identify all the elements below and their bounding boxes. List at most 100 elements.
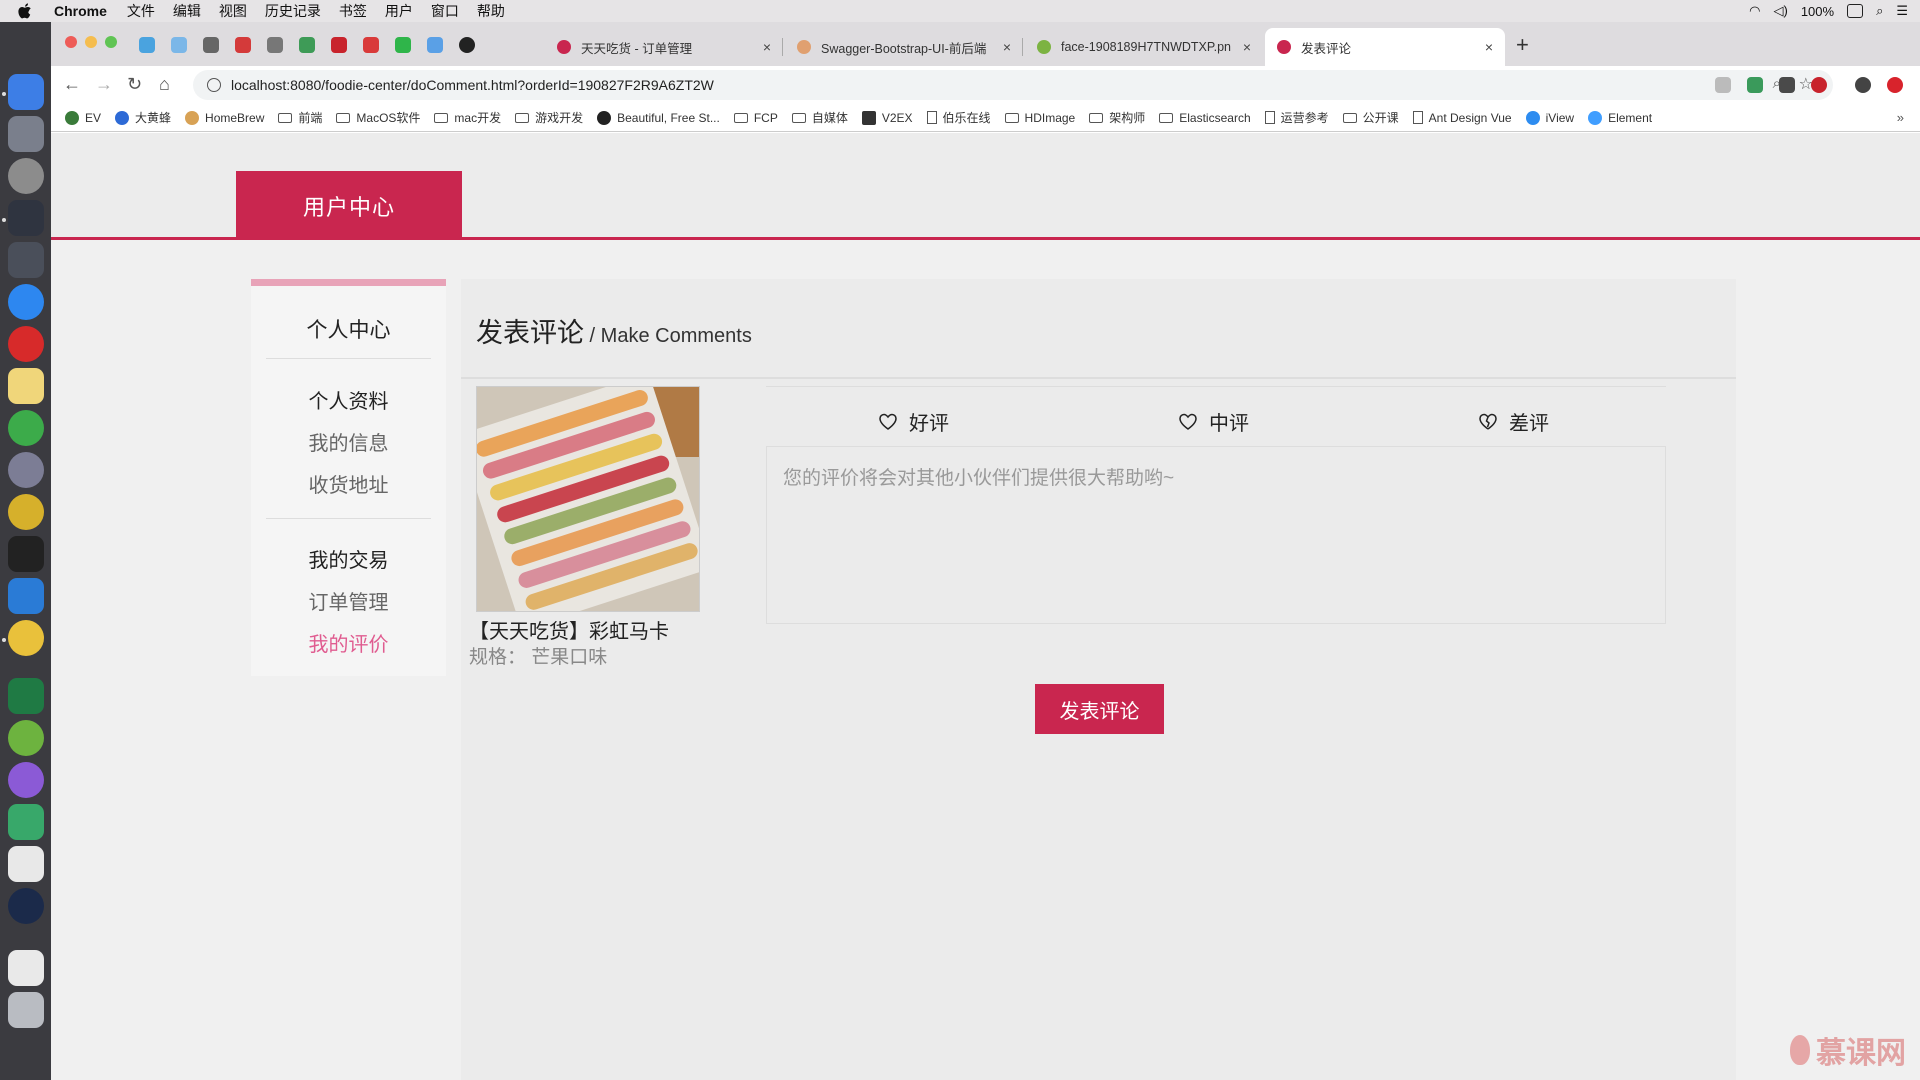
vscode-icon[interactable] — [8, 578, 44, 614]
pinned-tab-icon[interactable] — [395, 37, 411, 53]
video-app-icon[interactable] — [8, 452, 44, 488]
menu-history[interactable]: 历史记录 — [265, 1, 321, 21]
pinned-tab-icon[interactable] — [331, 37, 347, 53]
control-center-icon[interactable]: ☰ — [1896, 3, 1908, 19]
product-image[interactable] — [476, 386, 700, 612]
tab-close-icon[interactable]: × — [1243, 39, 1251, 55]
new-tab-button[interactable]: + — [1516, 32, 1529, 58]
minimize-window-button[interactable] — [85, 36, 97, 48]
extension-icon[interactable] — [1887, 77, 1903, 93]
launchpad-icon[interactable] — [8, 116, 44, 152]
extension-icon[interactable] — [1779, 77, 1795, 93]
bookmark-item[interactable]: EV — [65, 110, 101, 125]
search-icon[interactable]: ⌕ — [1876, 3, 1883, 19]
extension-icon[interactable] — [1715, 77, 1731, 93]
product-name[interactable]: 【天天吃货】彩虹马卡 — [469, 615, 669, 644]
more-bookmarks-icon[interactable]: » — [1897, 110, 1904, 125]
adblock-icon[interactable] — [1811, 77, 1827, 93]
bookmark-item[interactable]: FCP — [733, 111, 778, 125]
menu-file[interactable]: 文件 — [127, 1, 155, 21]
menu-user[interactable]: 用户 — [385, 1, 413, 21]
sidebar-item-my-info[interactable]: 我的信息 — [251, 427, 446, 456]
forward-icon[interactable]: → — [95, 74, 113, 95]
tab-close-icon[interactable]: × — [763, 39, 771, 55]
menu-bookmarks[interactable]: 书签 — [339, 1, 367, 21]
comment-textarea[interactable]: 您的评价将会对其他小伙伴们提供很大帮助哟~ — [766, 446, 1666, 624]
stickies-icon[interactable] — [8, 368, 44, 404]
battery-icon[interactable] — [1847, 4, 1864, 18]
pinned-tab-icon[interactable] — [203, 37, 219, 53]
profile-avatar[interactable] — [1855, 77, 1871, 93]
tab-close-icon[interactable]: × — [1003, 39, 1011, 55]
url-text[interactable]: localhost:8080/foodie-center/doComment.h… — [231, 77, 714, 93]
github-icon[interactable] — [459, 37, 475, 53]
bookmark-item[interactable]: 游戏开发 — [515, 109, 583, 126]
pinned-tab-icon[interactable] — [235, 37, 251, 53]
excel-icon[interactable] — [8, 678, 44, 714]
trash-icon[interactable] — [8, 992, 44, 1028]
bookmark-item[interactable]: 前端 — [278, 109, 322, 126]
bookmark-item[interactable]: Beautiful, Free St... — [597, 110, 720, 125]
bookmark-item[interactable]: V2EX — [861, 110, 913, 125]
datagrip-icon[interactable] — [8, 242, 44, 278]
media-player-icon[interactable] — [8, 804, 44, 840]
rating-medium[interactable]: 中评 — [1179, 407, 1249, 436]
tab-face-image[interactable]: face-1908189H7TNWDTXP.pn × — [1025, 28, 1263, 66]
reload-icon[interactable]: ↻ — [127, 74, 142, 95]
site-info-icon[interactable] — [207, 78, 221, 92]
bookmark-item[interactable]: iView — [1525, 110, 1574, 125]
bookmark-item[interactable]: MacOS软件 — [336, 109, 420, 126]
wifi-icon[interactable]: ◠ — [1749, 3, 1760, 19]
bookmark-item[interactable]: 大黄蜂 — [115, 109, 171, 126]
menu-view[interactable]: 视图 — [219, 1, 247, 21]
quicktime-icon[interactable] — [8, 888, 44, 924]
menu-window[interactable]: 窗口 — [431, 1, 459, 21]
app-store-icon[interactable] — [8, 284, 44, 320]
ultraedit-icon[interactable] — [8, 494, 44, 530]
evernote-icon[interactable] — [8, 410, 44, 446]
bookmark-item[interactable]: Elasticsearch — [1159, 111, 1251, 125]
user-center-title[interactable]: 用户中心 — [236, 171, 462, 240]
netease-icon[interactable] — [8, 326, 44, 362]
pinned-tab-icon[interactable] — [139, 37, 155, 53]
rating-bad[interactable]: 差评 — [1479, 407, 1549, 436]
keynote-icon[interactable] — [8, 846, 44, 882]
tab-make-comment[interactable]: 发表评论 × — [1265, 28, 1505, 66]
close-window-button[interactable] — [65, 36, 77, 48]
bookmark-item[interactable]: HDImage — [1004, 111, 1075, 125]
bookmark-item[interactable]: Element — [1588, 110, 1652, 125]
sidebar-item-orders[interactable]: 订单管理 — [251, 586, 446, 615]
bookmark-item[interactable]: mac开发 — [434, 109, 501, 126]
bookmark-item[interactable]: 自媒体 — [791, 109, 848, 126]
home-icon[interactable]: ⌂ — [159, 74, 170, 95]
bookmark-item[interactable]: 运营参考 — [1264, 109, 1329, 126]
tab-swagger[interactable]: Swagger-Bootstrap-UI-前后端 × — [785, 28, 1023, 66]
tab-order-management[interactable]: 天天吃货 - 订单管理 × — [545, 28, 783, 66]
bookmark-item[interactable]: 公开课 — [1342, 109, 1399, 126]
bookmark-item[interactable]: 伯乐在线 — [926, 109, 991, 126]
rating-good[interactable]: 好评 — [879, 407, 949, 436]
apple-icon[interactable] — [18, 3, 34, 19]
menu-help[interactable]: 帮助 — [477, 1, 505, 21]
pinned-tab-icon[interactable] — [363, 37, 379, 53]
documents-icon[interactable] — [8, 950, 44, 986]
finder-icon[interactable] — [8, 74, 44, 110]
photos-icon[interactable] — [8, 762, 44, 798]
system-preferences-icon[interactable] — [8, 158, 44, 194]
bookmark-item[interactable]: HomeBrew — [185, 110, 264, 125]
terminal-icon[interactable] — [8, 536, 44, 572]
menu-edit[interactable]: 编辑 — [173, 1, 201, 21]
chrome-icon[interactable] — [8, 620, 44, 656]
bookmark-item[interactable]: Ant Design Vue — [1412, 111, 1512, 125]
spring-icon[interactable] — [8, 720, 44, 756]
address-bar[interactable]: localhost:8080/foodie-center/doComment.h… — [193, 70, 1833, 100]
back-icon[interactable]: ← — [63, 74, 81, 95]
volume-icon[interactable]: ◁) — [1773, 3, 1787, 19]
menu-app-name[interactable]: Chrome — [54, 3, 107, 19]
submit-comment-button[interactable]: 发表评论 — [1035, 684, 1164, 734]
sidebar-item-my-comments[interactable]: 我的评价 — [251, 628, 446, 657]
zoom-window-button[interactable] — [105, 36, 117, 48]
tab-close-icon[interactable]: × — [1485, 39, 1493, 55]
intellij-icon[interactable] — [8, 200, 44, 236]
vue-devtools-icon[interactable] — [1747, 77, 1763, 93]
